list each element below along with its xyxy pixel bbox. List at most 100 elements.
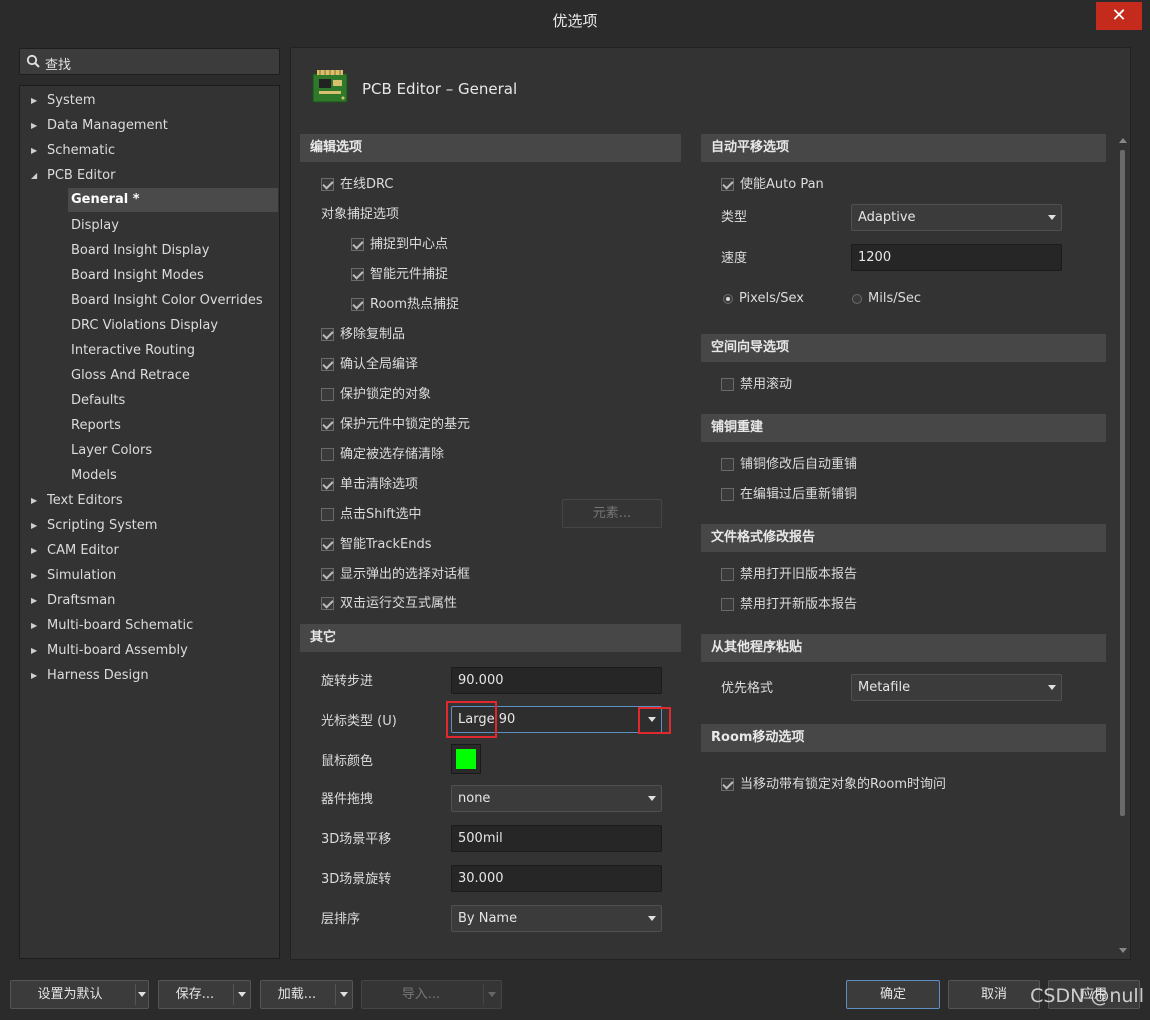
highlight-box-cursor-value (446, 701, 497, 738)
tree-item-general[interactable]: General * (68, 188, 278, 212)
autopan-speed-input[interactable]: 1200 (851, 244, 1062, 271)
load-label: 加载... (277, 987, 317, 1002)
tree-item-interactive-routing[interactable]: Interactive Routing (20, 339, 279, 363)
import-button[interactable]: 导入... (361, 980, 502, 1009)
section-header-autopan: 自动平移选项 (701, 134, 1106, 162)
search-icon (26, 54, 40, 68)
mouse-color-fill (456, 749, 476, 769)
mouse-color-swatch[interactable] (451, 744, 481, 774)
section-header-paste: 从其他程序粘贴 (701, 634, 1106, 662)
component-drag-value: none (458, 791, 491, 806)
pan-3d-input[interactable]: 500mil (451, 825, 662, 852)
close-button[interactable]: ✕ (1096, 2, 1142, 30)
pan-3d-label: 3D场景平移 (321, 832, 392, 847)
tree-item-pcb-editor[interactable]: ◢ PCB Editor (20, 164, 279, 188)
search-input[interactable]: 查找 (19, 48, 280, 75)
tree-item-multi-board-schematic[interactable]: ▶ Multi-board Schematic (20, 614, 279, 638)
checkbox-box (351, 298, 364, 311)
tree-item-schematic[interactable]: ▶ Schematic (20, 139, 279, 163)
tree-item-system[interactable]: ▶ System (20, 89, 279, 113)
settings-panel (290, 47, 1131, 960)
checkbox-box (321, 178, 334, 191)
chevron-right-icon: ▶ (31, 596, 38, 605)
checkbox-box (321, 388, 334, 401)
rotation-step-input[interactable]: 90.000 (451, 667, 662, 694)
chevron-down-icon (648, 796, 656, 801)
checkbox-box (351, 268, 364, 281)
rotate-3d-input[interactable]: 30.000 (451, 865, 662, 892)
ok-button[interactable]: 确定 (846, 980, 940, 1009)
chevron-right-icon: ▶ (31, 496, 38, 505)
tree-item-text-editors[interactable]: ▶ Text Editors (20, 489, 279, 513)
section-header-other: 其它 (300, 624, 681, 652)
tree-item-simulation[interactable]: ▶ Simulation (20, 564, 279, 588)
checkbox-box (721, 488, 734, 501)
scroll-down-icon[interactable] (1119, 948, 1127, 953)
chevron-right-icon: ▶ (31, 571, 38, 580)
chevron-down-icon: ◢ (31, 171, 38, 180)
title-bar: 优选项 ✕ (0, 0, 1150, 38)
chevron-right-icon: ▶ (31, 546, 38, 555)
checkbox-box (721, 568, 734, 581)
tree-item-models[interactable]: Models (20, 464, 279, 488)
layer-order-label: 层排序 (321, 912, 361, 927)
rotate-3d-label: 3D场景旋转 (321, 872, 392, 887)
search-placeholder: 查找 (45, 58, 72, 73)
checkbox-box (321, 328, 334, 341)
checkbox-box (321, 508, 334, 521)
tree-item-cam-editor[interactable]: ▶ CAM Editor (20, 539, 279, 563)
chevron-right-icon: ▶ (31, 671, 38, 680)
section-header-room-move: Room移动选项 (701, 724, 1106, 752)
tree-item-display[interactable]: Display (20, 214, 279, 238)
checkbox-box (321, 568, 334, 581)
checkbox-box (321, 478, 334, 491)
scroll-thumb[interactable] (1120, 150, 1125, 816)
layer-order-dropdown[interactable]: By Name (451, 905, 662, 932)
checkbox-box (721, 378, 734, 391)
checkbox-box (721, 598, 734, 611)
chevron-right-icon: ▶ (31, 96, 38, 105)
set-default-button[interactable]: 设置为默认 (10, 980, 149, 1009)
tree-item-reports[interactable]: Reports (20, 414, 279, 438)
tree-item-drc-violations-display[interactable]: DRC Violations Display (20, 314, 279, 338)
checkbox-box (321, 418, 334, 431)
tree-item-board-insight-modes[interactable]: Board Insight Modes (20, 264, 279, 288)
radio-dot (723, 294, 733, 304)
cancel-button[interactable]: 取消 (948, 980, 1040, 1009)
load-button[interactable]: 加载... (260, 980, 353, 1009)
import-label: 导入... (401, 987, 441, 1002)
watermark: CSDN @null (1030, 985, 1144, 1007)
checkbox-box (351, 238, 364, 251)
preferred-format-dropdown[interactable]: Metafile (851, 674, 1062, 701)
tree-item-scripting-system[interactable]: ▶ Scripting System (20, 514, 279, 538)
chevron-right-icon: ▶ (31, 121, 38, 130)
chevron-down-icon[interactable] (238, 992, 246, 997)
page-title: PCB Editor – General (362, 80, 518, 98)
tree-item-defaults[interactable]: Defaults (20, 389, 279, 413)
tree-item-data-management[interactable]: ▶ Data Management (20, 114, 279, 138)
rotation-step-label: 旋转步进 (321, 674, 374, 689)
vertical-scrollbar[interactable] (1118, 138, 1128, 958)
tree-item-gloss-and-retrace[interactable]: Gloss And Retrace (20, 364, 279, 388)
chevron-down-icon[interactable] (488, 992, 496, 997)
tree-item-harness-design[interactable]: ▶ Harness Design (20, 664, 279, 688)
tree-item-board-insight-color-overrides[interactable]: Board Insight Color Overrides (20, 289, 279, 313)
save-button[interactable]: 保存... (158, 980, 251, 1009)
scroll-up-icon[interactable] (1119, 138, 1127, 143)
checkbox-box (721, 458, 734, 471)
tree-item-layer-colors[interactable]: Layer Colors (20, 439, 279, 463)
section-header-space-navigator: 空间向导选项 (701, 334, 1106, 362)
tree-item-board-insight-display[interactable]: Board Insight Display (20, 239, 279, 263)
tree-item-draftsman[interactable]: ▶ Draftsman (20, 589, 279, 613)
autopan-type-dropdown[interactable]: Adaptive (851, 204, 1062, 231)
chevron-right-icon: ▶ (31, 646, 38, 655)
chevron-down-icon[interactable] (138, 992, 146, 997)
tree-item-multi-board-assembly[interactable]: ▶ Multi-board Assembly (20, 639, 279, 663)
highlight-box-cursor-arrow (638, 707, 671, 734)
autopan-speed-label: 速度 (721, 251, 748, 266)
checkbox-box (321, 538, 334, 551)
primitives-button[interactable]: 元素... (562, 499, 662, 528)
chevron-down-icon[interactable] (340, 992, 348, 997)
component-drag-dropdown[interactable]: none (451, 785, 662, 812)
chevron-right-icon: ▶ (31, 621, 38, 630)
